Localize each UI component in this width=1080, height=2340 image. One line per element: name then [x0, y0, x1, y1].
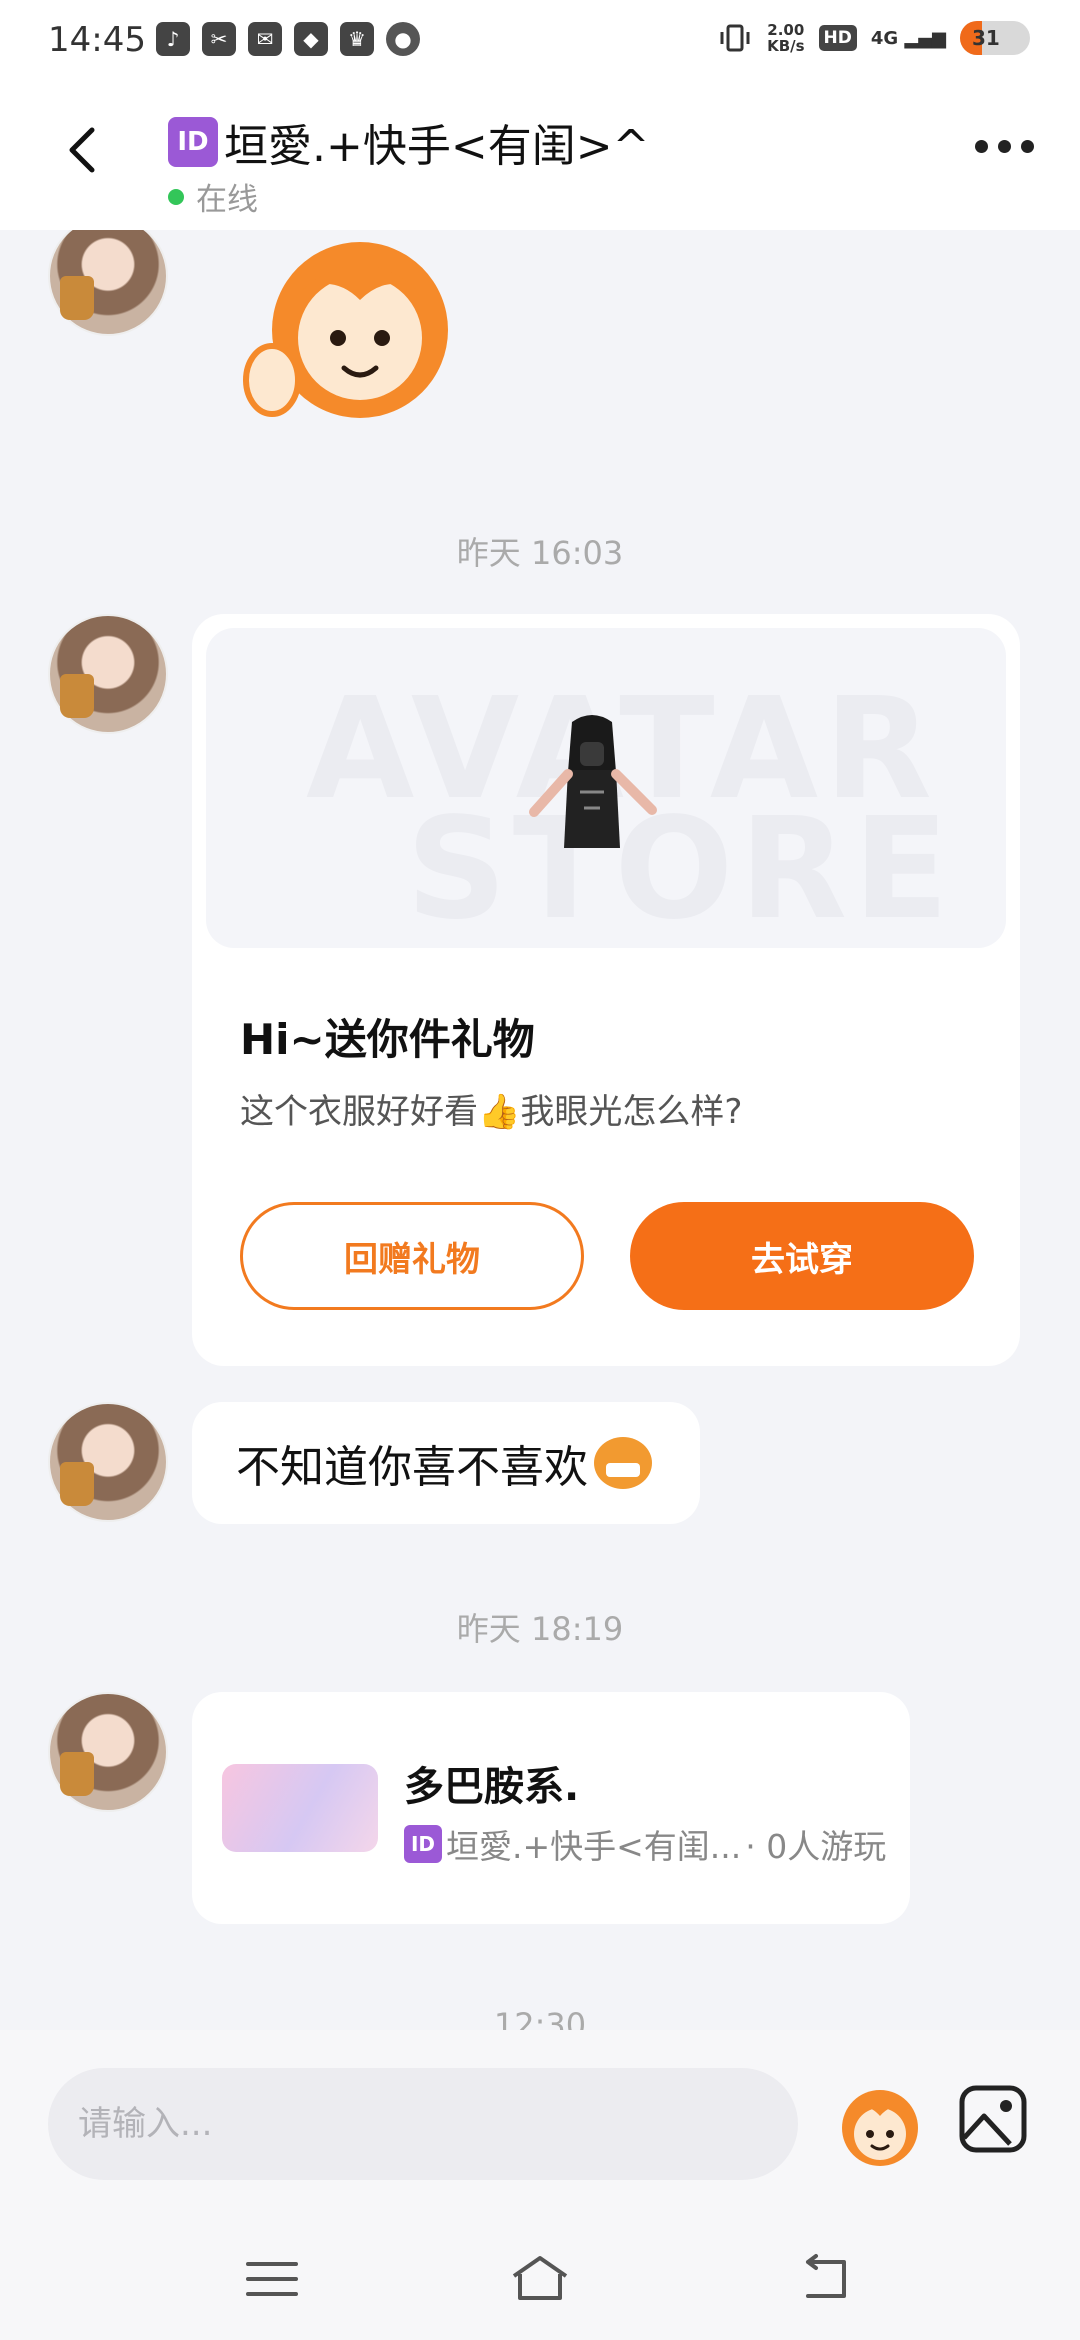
chat-bubble-icon: ● [386, 22, 420, 56]
mascot-sticker [243, 242, 448, 418]
room-owner: 垣愛.+快手<有闺... [446, 1827, 742, 1866]
return-gift-button[interactable]: 回赠礼物 [240, 1202, 584, 1310]
battery-level: 31 [972, 26, 1000, 50]
room-card[interactable]: 多巴胺系. ID 垣愛.+快手<有闺... · 0人游玩 [192, 1692, 910, 1924]
timestamp: 昨天 18:19 [456, 1610, 624, 1648]
gift-title: Hi~送你件礼物 [240, 1015, 535, 1064]
status-bar: 14:45 ♪ ✂ ✉ ◆ ♛ ● 2.00 KB/s HD 4G ▂▄▆ 31 [0, 0, 1080, 84]
room-subtitle: ID 垣愛.+快手<有闺... · 0人游玩 [404, 1820, 886, 1868]
message-input[interactable] [48, 2068, 798, 2180]
room-thumbnail [222, 1764, 378, 1852]
gift-subtitle: 这个衣服好好看👍我眼光怎么样? [240, 1092, 743, 1132]
timestamp: 12:30 [493, 2006, 587, 2030]
status-app-icons: ♪ ✂ ✉ ◆ ♛ ● [156, 22, 420, 56]
input-bar [0, 2030, 1080, 2222]
network-speed: 2.00 KB/s [767, 21, 805, 55]
back-nav-icon[interactable] [794, 2252, 854, 2306]
text-message-content: 不知道你喜不喜欢 [236, 1442, 588, 1493]
gift-card[interactable]: AVATAR STORE Hi~送你件礼物 这个衣服好好看👍我眼光怎么样? 回赠… [192, 614, 1020, 1366]
back-icon[interactable] [56, 122, 112, 178]
battery-icon: 31 [960, 21, 1030, 55]
home-icon[interactable] [510, 2252, 570, 2306]
hd-icon: HD [818, 25, 857, 51]
game-icon: ◆ [294, 22, 328, 56]
room-players: · 0人游玩 [745, 1827, 887, 1866]
app-icon: ✂ [202, 22, 236, 56]
chat-title: ID 垣愛.+快手<有闺>^ [168, 110, 649, 174]
id-badge-icon: ID [404, 1825, 442, 1863]
gift-preview-image[interactable]: AVATAR STORE [206, 628, 1006, 948]
try-on-button[interactable]: 去试穿 [630, 1202, 974, 1310]
chat-messages[interactable]: 昨天 16:03 AVATAR STORE Hi~送你件礼物 这个衣服好好看👍我… [0, 230, 1080, 2030]
sticker-icon[interactable] [832, 2080, 928, 2170]
mail-icon: ✉ [248, 22, 282, 56]
menu-icon[interactable] [242, 2252, 302, 2306]
timestamp: 昨天 16:03 [456, 534, 624, 572]
online-status: 在线 [168, 174, 258, 219]
text-message[interactable]: 不知道你喜不喜欢 [192, 1402, 700, 1524]
avatar-store-watermark: STORE [406, 788, 955, 948]
contact-name[interactable]: 垣愛.+快手<有闺>^ [224, 110, 649, 174]
image-icon[interactable] [958, 2084, 1028, 2154]
contact-avatar[interactable] [48, 1692, 168, 1812]
id-badge-icon: ID [168, 117, 218, 167]
more-icon[interactable] [975, 140, 1034, 153]
grin-emoji-icon [594, 1437, 652, 1489]
status-time: 14:45 [48, 20, 146, 60]
signal-icon: 4G ▂▄▆ [870, 27, 946, 49]
online-status-label: 在线 [196, 182, 258, 218]
contact-avatar[interactable] [48, 230, 168, 336]
avatar-outfit-figure [529, 715, 657, 848]
vibrate-icon [720, 24, 750, 52]
contact-avatar[interactable] [48, 614, 168, 734]
contact-avatar[interactable] [48, 1402, 168, 1522]
room-title: 多巴胺系. [404, 1764, 580, 1810]
chat-header: ID 垣愛.+快手<有闺>^ 在线 [0, 84, 1080, 230]
online-dot-icon [168, 188, 184, 205]
tiktok-icon: ♪ [156, 22, 190, 56]
crown-icon: ♛ [340, 22, 374, 56]
system-nav-bar [0, 2222, 1080, 2340]
